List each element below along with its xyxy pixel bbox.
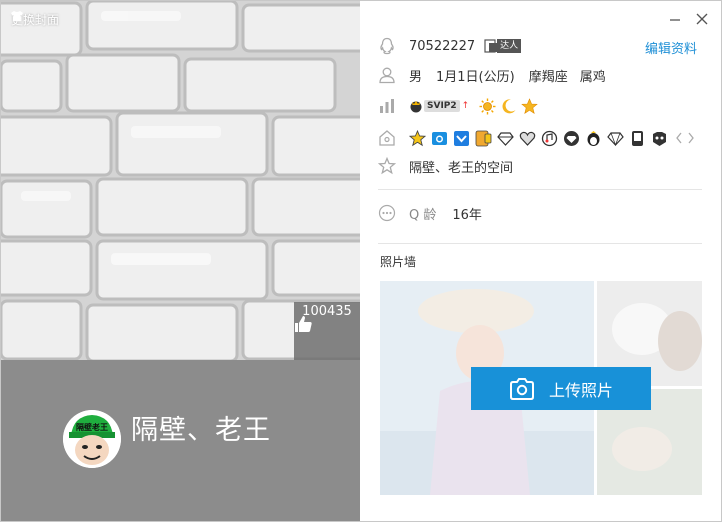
svip-label: SVIP2 xyxy=(424,100,460,112)
photo-wall-title: 照片墙 xyxy=(380,255,417,269)
thumbs-up-icon xyxy=(295,316,312,332)
change-cover-button[interactable]: 更换封面 xyxy=(11,10,59,28)
home-icon xyxy=(379,130,395,146)
heart-badge-icon[interactable] xyxy=(519,130,536,147)
constellation: 摩羯座 xyxy=(528,69,568,85)
info-panel: 70522227 达人 编辑资料 男 1月1日(公历) 摩羯座 属鸡 SVIP2… xyxy=(360,1,721,521)
level-chart-icon xyxy=(380,99,394,113)
yellow-star-badge-icon[interactable] xyxy=(409,129,426,147)
talent-label: 达人 xyxy=(497,39,522,53)
penguin-icon xyxy=(380,37,394,55)
more-dots-icon xyxy=(378,204,396,222)
qq-number-row: 70522227 达人 xyxy=(378,34,522,58)
shirt-icon xyxy=(11,11,23,21)
diamond-badge-icon[interactable] xyxy=(497,130,514,147)
wallet-badge-icon[interactable] xyxy=(475,130,492,147)
star-outline-icon xyxy=(378,157,396,175)
photo-wall: 上传照片 xyxy=(380,281,702,495)
profile-card-window: 更换封面 100435 隔壁老王 隔壁、老王 70522227 达人 编辑资料 … xyxy=(0,0,722,522)
chevron-right-icon[interactable] xyxy=(687,131,695,145)
zodiac: 属鸡 xyxy=(579,69,606,85)
music-badge-icon[interactable] xyxy=(541,130,558,147)
upload-photo-button[interactable]: 上传照片 xyxy=(471,367,651,410)
black-diamond-badge-icon[interactable] xyxy=(563,130,580,147)
qage-value: 16年 xyxy=(452,207,482,223)
shield-badge-icon[interactable] xyxy=(453,130,470,147)
sun-icon xyxy=(479,98,496,114)
svip-badge[interactable]: SVIP2 ↑ xyxy=(409,98,469,114)
avatar[interactable]: 隔壁老王 xyxy=(63,410,121,468)
upload-photo-label: 上传照片 xyxy=(548,380,613,400)
divider xyxy=(378,189,702,190)
chevron-left-icon[interactable] xyxy=(675,131,683,145)
avatar-caption: 隔壁老王 xyxy=(76,423,108,432)
space-row: 隔壁、老王的空间 xyxy=(378,154,513,178)
space-link[interactable]: 隔壁、老王的空间 xyxy=(409,157,513,176)
avatar-image xyxy=(63,410,121,468)
camera-badge-icon[interactable] xyxy=(431,130,448,147)
phone-badge-icon[interactable] xyxy=(629,130,646,147)
game-badge-icon[interactable] xyxy=(651,130,668,147)
qage-row: Q 龄 16年 xyxy=(378,201,482,225)
qq-number: 70522227 xyxy=(409,38,476,54)
level-row: SVIP2 ↑ xyxy=(378,94,538,118)
person-icon xyxy=(379,67,395,84)
moon-icon xyxy=(502,98,516,113)
like-button[interactable]: 100435 xyxy=(294,302,360,360)
camera-icon xyxy=(509,377,534,400)
qage-label: Q 龄 xyxy=(409,207,437,223)
crown-penguin-icon xyxy=(410,101,422,113)
talent-badge[interactable]: 达人 xyxy=(483,38,522,54)
gender: 男 xyxy=(409,69,423,85)
close-icon[interactable] xyxy=(694,11,710,27)
cover-panel: 更换封面 100435 隔壁老王 隔壁、老王 xyxy=(1,1,360,521)
level-up-arrow-icon: ↑ xyxy=(461,101,470,111)
divider xyxy=(378,243,702,244)
edit-profile-link[interactable]: 编辑资料 xyxy=(645,38,697,57)
privilege-badges-row xyxy=(378,126,695,150)
penguin-badge-icon[interactable] xyxy=(585,130,602,147)
minimize-icon[interactable] xyxy=(667,11,683,27)
basic-info-row: 男 1月1日(公历) 摩羯座 属鸡 xyxy=(378,63,606,87)
gem-badge-icon[interactable] xyxy=(607,130,624,147)
birthday: 1月1日(公历) xyxy=(436,69,515,85)
star-icon xyxy=(521,97,538,114)
cover-image[interactable]: 更换封面 100435 xyxy=(1,1,360,360)
nickname: 隔壁、老王 xyxy=(131,415,271,446)
